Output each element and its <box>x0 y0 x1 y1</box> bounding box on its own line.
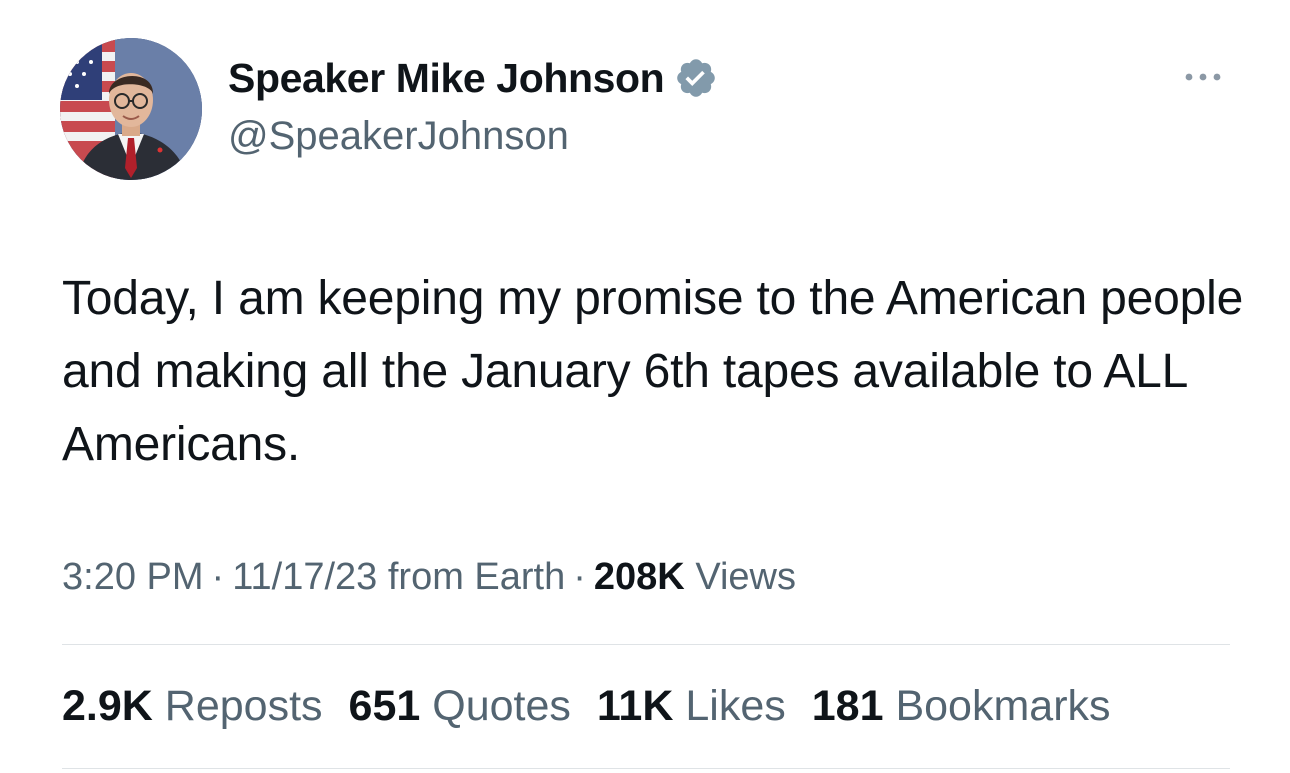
quotes-label: Quotes <box>432 682 571 730</box>
engagement-stats: 2.9K Reposts 651 Quotes 11K Likes 181 Bo… <box>62 682 1137 731</box>
tweet-text: Today, I am keeping my promise to the Am… <box>62 272 1244 471</box>
avatar-image <box>60 38 202 180</box>
likes-count: 11K <box>596 682 674 730</box>
reposts-label: Reposts <box>164 682 323 730</box>
views-label: Views <box>695 556 796 598</box>
tweet-date[interactable]: 11/17/23 <box>232 556 377 598</box>
quotes-stat[interactable]: 651 Quotes <box>349 682 571 731</box>
bookmarks-stat[interactable]: 181 Bookmarks <box>812 682 1111 731</box>
divider <box>62 768 1230 769</box>
tweet-card: Speaker Mike Johnson @SpeakerJohnson Tod… <box>0 0 1290 773</box>
likes-label: Likes <box>685 682 786 730</box>
views-count: 208K <box>593 556 685 598</box>
bookmarks-label: Bookmarks <box>895 682 1111 730</box>
tweet-source: from Earth <box>387 556 566 598</box>
divider <box>62 644 1230 645</box>
quotes-count: 651 <box>348 682 421 730</box>
tweet-time[interactable]: 3:20 PM <box>62 556 204 598</box>
meta-separator: · <box>211 556 225 598</box>
reposts-stat[interactable]: 2.9K Reposts <box>62 682 323 731</box>
author-name-row: Speaker Mike Johnson <box>228 52 718 104</box>
verified-badge-icon[interactable] <box>674 56 718 100</box>
bookmarks-count: 181 <box>811 682 884 730</box>
author-display-name[interactable]: Speaker Mike Johnson <box>228 55 665 102</box>
author-handle[interactable]: @SpeakerJohnson <box>228 114 569 159</box>
reposts-count: 2.9K <box>62 682 153 730</box>
avatar[interactable] <box>60 38 202 180</box>
more-options-icon[interactable] <box>1180 60 1226 94</box>
likes-stat[interactable]: 11K Likes <box>597 682 786 731</box>
meta-separator: · <box>573 556 586 598</box>
tweet-metadata: 3:20 PM · 11/17/23 from Earth · 208K Views <box>62 556 796 599</box>
